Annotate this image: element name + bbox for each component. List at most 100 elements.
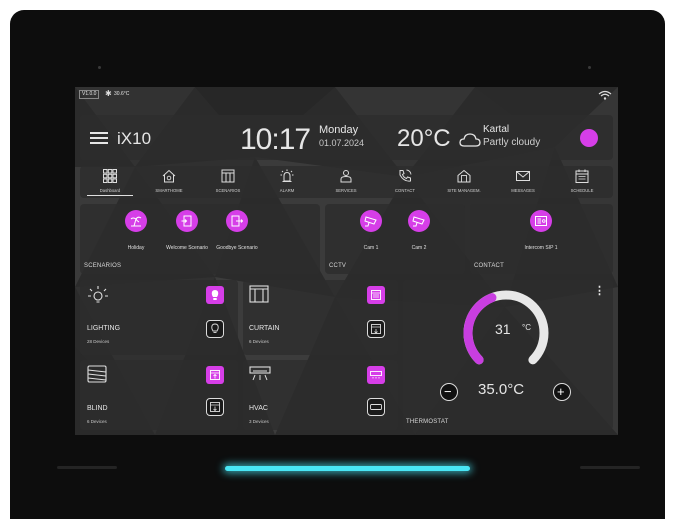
weather-location: Kartal: [483, 124, 510, 135]
hvac-on-button[interactable]: [367, 366, 385, 384]
ac-off-icon: [370, 404, 382, 410]
curtain-count: 6 Devices: [249, 339, 269, 344]
scenario-label: Welcome Scenario: [166, 245, 208, 251]
date-label: 01.07.2024: [319, 138, 365, 148]
nav-item-smarthome[interactable]: SMARTHOME: [139, 169, 199, 195]
contact-title: CONTACT: [474, 263, 504, 269]
gauge-fill: [463, 293, 497, 365]
scenario-holiday-button[interactable]: [125, 210, 147, 232]
nav-label: SMARTHOME: [155, 188, 183, 193]
nav-item-contact[interactable]: CONTACT: [375, 169, 435, 195]
scenario-goodbye-button[interactable]: [226, 210, 248, 232]
nav-item-alarm[interactable]: ALARM: [257, 169, 317, 195]
scenarios-title: SCENARIOS: [84, 263, 122, 269]
weather-condition: Partly cloudy: [483, 137, 541, 148]
nav-item-site-management[interactable]: SITE MANAGEM.: [434, 169, 494, 195]
phone-icon: [399, 169, 412, 182]
bulb-off-icon: [211, 323, 219, 333]
bezel-line-right: [580, 466, 640, 469]
nav-label: SCENARIOS: [215, 188, 241, 193]
status-temp: 30.6°C: [114, 91, 130, 97]
app-name: iX10: [117, 129, 152, 148]
cam-label: Cam 2: [411, 245, 427, 251]
nav-item-dashboard[interactable]: Dashboard: [80, 169, 140, 195]
contact-label: Intercom SIP 1: [524, 245, 558, 251]
grid-icon: [103, 169, 117, 183]
door-exit-icon: [231, 215, 243, 227]
mail-icon: [516, 171, 530, 181]
curtain-close-icon: [371, 324, 381, 334]
bulb-on-icon: [211, 290, 219, 300]
profile-button[interactable]: [580, 129, 598, 147]
hvac-off-button[interactable]: [367, 398, 385, 416]
blind-close-icon: [210, 402, 220, 412]
lighting-count: 28 Devices: [87, 339, 110, 344]
blind-title: BLIND: [87, 405, 108, 412]
more-options-icon[interactable]: ⋮: [594, 284, 605, 297]
clock: 10:17: [240, 123, 311, 156]
cam1-button[interactable]: [360, 210, 382, 232]
nav-item-messages[interactable]: MESSAGES: [493, 169, 553, 195]
setpoint-temp: 35.0°C: [478, 381, 525, 398]
nav-label: CONTACT: [395, 188, 415, 193]
scenarios-icon: [221, 169, 235, 183]
scenario-welcome-button[interactable]: [176, 210, 198, 232]
lighting-on-button[interactable]: [206, 286, 224, 304]
nav-label: SCHEDULE: [570, 188, 594, 193]
snowflake-icon: ✱: [105, 89, 112, 98]
minus-icon: −: [444, 384, 452, 399]
home-icon: [162, 169, 176, 183]
curtain-open-icon: [371, 290, 381, 300]
plus-icon: +: [557, 384, 565, 399]
cam2-button[interactable]: [408, 210, 430, 232]
blind-open-button[interactable]: [206, 366, 224, 384]
beach-icon: [130, 216, 142, 227]
nav-active-indicator: [87, 195, 133, 196]
scenario-label: Holiday: [127, 245, 145, 251]
menu-icon[interactable]: [90, 132, 108, 144]
lightbulb-icon: [88, 286, 108, 303]
lighting-off-button[interactable]: [206, 320, 224, 338]
hvac-count: 3 Devices: [249, 419, 269, 424]
blind-icon: [87, 365, 107, 383]
nav-item-services[interactable]: SERVICES: [316, 169, 376, 195]
cam-label: Cam 1: [363, 245, 379, 251]
camera-icon: [364, 216, 377, 227]
decrease-temp-button[interactable]: −: [440, 383, 458, 401]
curtain-open-button[interactable]: [367, 286, 385, 304]
camera-icon: [412, 216, 425, 227]
nav-label: Dashboard: [99, 188, 121, 193]
blind-close-button[interactable]: [206, 398, 224, 416]
services-icon: [340, 170, 352, 183]
building-icon: [457, 169, 471, 183]
day-label: Monday: [319, 124, 359, 136]
nav-item-scenarios[interactable]: SCENARIOS: [198, 169, 258, 195]
nav-label: MESSAGES: [511, 188, 535, 193]
blind-open-icon: [210, 370, 220, 380]
status-light-strip: [225, 466, 470, 471]
hvac-title: HVAC: [249, 405, 268, 412]
wifi-icon[interactable]: [598, 90, 612, 100]
alarm-icon: [280, 169, 294, 182]
nav-label: SERVICES: [335, 188, 357, 193]
current-temp-unit: °C: [522, 323, 531, 332]
thermostat-title: THERMOSTAT: [406, 419, 449, 425]
intercom-button[interactable]: [530, 210, 552, 232]
bezel-line-left: [57, 466, 117, 469]
device-screw: [588, 66, 591, 69]
door-enter-icon: [181, 215, 192, 227]
blind-count: 6 Devices: [87, 419, 107, 424]
intercom-icon: [535, 216, 547, 226]
curtain-close-button[interactable]: [367, 320, 385, 338]
ac-on-icon: [370, 371, 382, 379]
nav-label: ALARM: [279, 188, 295, 193]
calendar-icon: [575, 169, 589, 183]
cloud-icon: [459, 133, 481, 147]
curtain-title: CURTAIN: [249, 325, 280, 332]
version-badge: V1.0.0: [79, 90, 100, 99]
nav-item-schedule[interactable]: SCHEDULE: [552, 169, 612, 195]
increase-temp-button[interactable]: +: [553, 383, 571, 401]
device-screw: [98, 66, 101, 69]
screen: V1.0.0 ✱ 30.6°C iX10 10:17 Monday 01.07.…: [75, 87, 618, 435]
air-conditioner-icon: [249, 366, 271, 381]
